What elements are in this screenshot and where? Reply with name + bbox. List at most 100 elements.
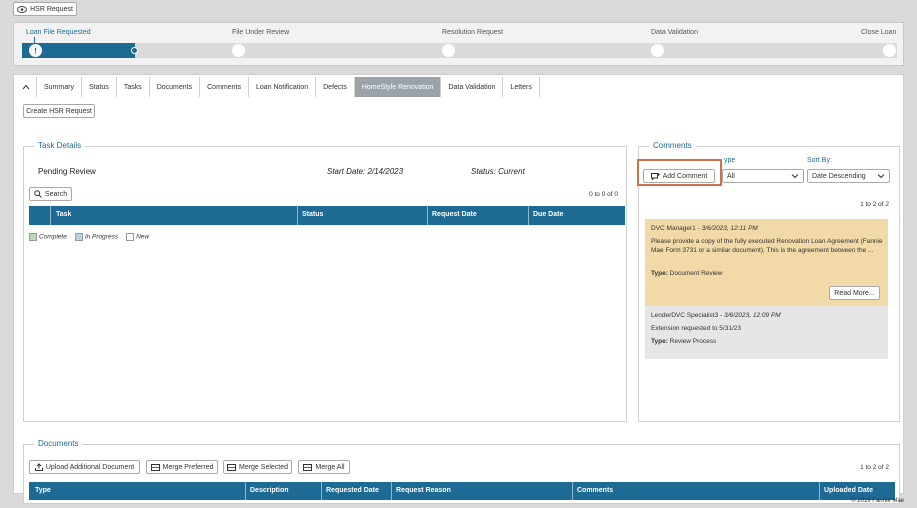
tab-letters[interactable]: Letters (503, 77, 540, 97)
comment-date: - 3/6/2023, 12:09 PM (718, 312, 781, 319)
stage-node-close-loan (883, 44, 896, 57)
merge-all-label: Merge All (315, 463, 345, 471)
tab-documents[interactable]: Documents (149, 77, 201, 97)
merge-selected-label: Merge Selected (238, 463, 289, 471)
comments-title: Comments (649, 141, 696, 150)
comments-count: 1 to 2 of 2 (860, 201, 889, 208)
tab-tasks[interactable]: Tasks (116, 77, 150, 97)
upload-additional-document-button[interactable]: Upload Additional Document (29, 460, 140, 474)
stage-node-data-validation (651, 44, 664, 57)
comment-card: LenderDVC Specialist3 - 3/6/2023, 12:09 … (645, 306, 888, 359)
task-table-header: Task Status Request Date Due Date (29, 206, 625, 225)
legend-in-progress-swatch (74, 233, 83, 241)
chevron-down-icon (791, 174, 799, 179)
documents-count: 1 to 2 of 2 (860, 464, 889, 471)
stage-label-close-loan: Close Loan (861, 29, 897, 36)
column-comments[interactable]: Comments (577, 487, 613, 494)
progress-edge-node (131, 47, 138, 54)
documents-section: Documents Upload Additional Document Mer… (23, 439, 900, 504)
legend-new-swatch (126, 233, 135, 241)
comment-author: DVC Manager1 (651, 225, 696, 232)
type-filter-select[interactable]: All (722, 169, 804, 183)
hsr-request-label: HSR Request (30, 5, 73, 13)
progress-track (22, 43, 897, 58)
tab-summary[interactable]: Summary (37, 77, 82, 97)
legend-complete-swatch (29, 233, 37, 241)
tab-data-validation[interactable]: Data Validation (441, 77, 504, 97)
column-uploaded-date[interactable]: Uploaded Date (824, 487, 873, 494)
legend-complete: Complete (29, 233, 67, 241)
loan-detail-panel: Summary Status Tasks Documents Comments … (13, 74, 904, 504)
type-filter-value: All (727, 172, 735, 180)
column-type[interactable]: Type (35, 487, 51, 494)
add-comment-button[interactable]: Add Comment (643, 169, 715, 183)
tab-comments[interactable]: Comments (200, 77, 249, 97)
tab-homestyle-renovation[interactable]: HomeStyle Renovation (354, 77, 442, 97)
alert-icon (31, 46, 40, 55)
comment-body: Please provide a copy of the fully execu… (651, 238, 883, 254)
stage-node-file-under-review (232, 44, 245, 57)
comment-date: - 3/6/2023, 12:11 PM (695, 225, 758, 232)
stage-node-loan-file-requested (29, 44, 42, 57)
hsr-request-button[interactable]: HSR Request (13, 2, 77, 16)
tab-status[interactable]: Status (81, 77, 117, 97)
tab-bar: Summary Status Tasks Documents Comments … (16, 77, 540, 97)
column-request-date[interactable]: Request Date (432, 211, 477, 218)
pending-review-label: Pending Review (38, 167, 96, 176)
collapse-tab[interactable] (16, 77, 37, 97)
task-status: Status: Current (471, 167, 525, 176)
tab-loan-notification[interactable]: Loan Notification (248, 77, 317, 97)
task-details-section: Task Details Pending Review Start Date: … (23, 141, 627, 422)
sort-by-value: Date Descending (812, 172, 866, 180)
stage-node-resolution-request (442, 44, 455, 57)
comment-body: Extension requested to 5/31/23 (651, 325, 741, 332)
column-task[interactable]: Task (56, 211, 71, 218)
merge-icon (303, 463, 313, 471)
stage-label-file-under-review: File Under Review (232, 29, 290, 36)
task-details-title: Task Details (34, 141, 86, 150)
merge-selected-button[interactable]: Merge Selected (223, 460, 292, 474)
comment-type: Review Process (669, 338, 717, 345)
search-button[interactable]: Search (29, 187, 72, 201)
merge-all-button[interactable]: Merge All (298, 460, 350, 474)
column-description[interactable]: Description (250, 487, 289, 494)
read-more-button[interactable]: Read More... (829, 286, 880, 300)
chevron-down-icon (877, 174, 885, 179)
stage-label-resolution-request: Resolution Request (442, 29, 504, 36)
legend-in-progress: In Progress (74, 233, 118, 241)
legend-new: New (126, 233, 149, 241)
documents-title: Documents (34, 439, 83, 448)
comments-section: Comments ype Sort By: All Date Descendin… (637, 141, 900, 422)
stage-label-data-validation: Data Validation (651, 29, 698, 36)
merge-icon (226, 463, 236, 471)
sort-by-select[interactable]: Date Descending (807, 169, 890, 183)
task-count: 0 to 0 of 0 (589, 191, 618, 198)
column-status[interactable]: Status (302, 211, 323, 218)
chevron-up-icon (22, 84, 30, 90)
merge-preferred-button[interactable]: Merge Preferred (146, 460, 218, 474)
copyright: © 2019 Fannie Mae (851, 498, 904, 504)
eye-icon (17, 5, 28, 13)
comment-card: DVC Manager1 - 3/6/2023, 12:11 PM Please… (645, 219, 888, 306)
add-comment-icon (650, 172, 660, 180)
merge-icon (150, 463, 160, 471)
sort-by-label: Sort By: (807, 157, 832, 164)
upload-label: Upload Additional Document (45, 463, 135, 471)
add-comment-label: Add Comment (662, 172, 708, 180)
start-date: Start Date: 2/14/2023 (327, 167, 404, 176)
create-hsr-request-button[interactable]: Create HSR Request (23, 104, 95, 118)
column-requested-date[interactable]: Requested Date (326, 487, 379, 494)
comment-type-label: Type: (651, 270, 668, 277)
search-icon (34, 190, 42, 198)
type-filter-label: ype (724, 157, 736, 164)
documents-table-header: Type Description Requested Date Request … (29, 482, 895, 501)
search-label: Search (44, 190, 68, 198)
task-legend: Complete In Progress New (29, 233, 149, 241)
merge-preferred-label: Merge Preferred (162, 463, 214, 471)
comment-type-label: Type: (651, 338, 668, 345)
comment-type: Document Review (669, 270, 723, 277)
column-request-reason[interactable]: Request Reason (396, 487, 451, 494)
tab-defects[interactable]: Defects (316, 77, 355, 97)
column-due-date[interactable]: Due Date (533, 211, 563, 218)
comment-author: LenderDVC Specialist3 (651, 312, 719, 319)
